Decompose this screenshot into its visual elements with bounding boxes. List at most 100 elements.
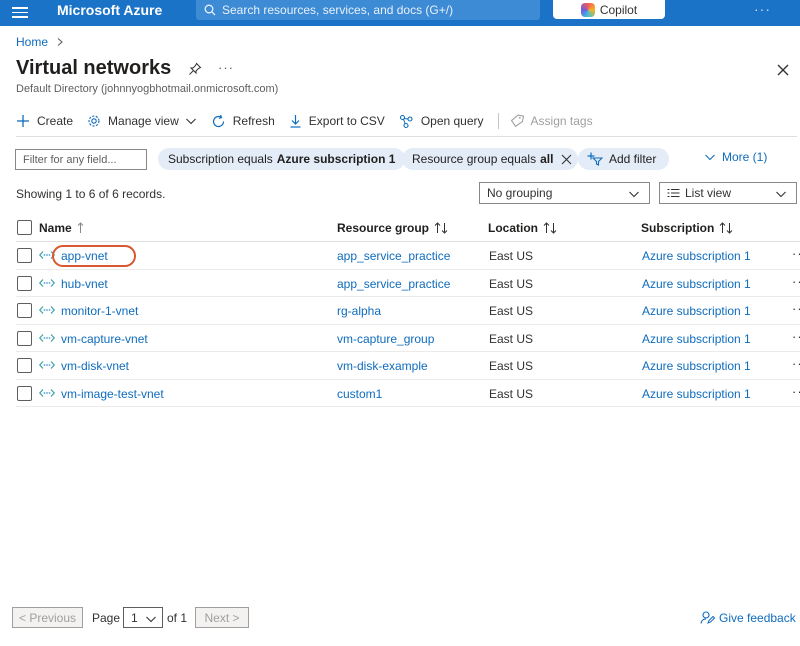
copilot-button[interactable]: Copilot (553, 0, 665, 19)
sort-icon (77, 222, 84, 233)
resource-group-filter-prefix: Resource group equals (412, 152, 537, 166)
view-dropdown[interactable]: List view (659, 182, 797, 204)
create-button[interactable]: Create (16, 114, 73, 128)
row-more-icon[interactable]: ·· (792, 246, 800, 261)
hamburger-menu-icon[interactable] (12, 4, 28, 18)
row-subscription-link[interactable]: Azure subscription 1 (642, 359, 751, 373)
remove-filter-icon[interactable] (561, 154, 572, 165)
table-row[interactable]: hub-vnet app_service_practice East US Azure… (16, 270, 800, 297)
row-name-link[interactable]: vm-capture-vnet (61, 332, 148, 346)
table-row[interactable]: monitor-1-vnet rg-alpha East US Azure subsc… (16, 297, 800, 325)
row-checkbox[interactable] (17, 248, 32, 263)
chevron-down-icon (146, 616, 156, 623)
resources-table: Name Resource group Location Subscriptio… (16, 214, 800, 407)
row-more-icon[interactable]: ·· (792, 384, 800, 399)
copilot-label: Copilot (599, 2, 638, 17)
row-more-icon[interactable]: ·· (792, 301, 800, 316)
select-all-checkbox[interactable] (17, 220, 32, 235)
chevron-right-icon (57, 38, 63, 46)
row-subscription-link[interactable]: Azure subscription 1 (642, 249, 751, 263)
top-bar: Microsoft Azure Copilot ··· (0, 0, 800, 26)
manage-view-button[interactable]: Manage view (87, 114, 197, 128)
row-resource-group-link[interactable]: custom1 (337, 387, 382, 401)
column-header-name[interactable]: Name (39, 221, 90, 235)
row-more-icon[interactable]: ·· (792, 274, 800, 289)
row-subscription-link[interactable]: Azure subscription 1 (642, 387, 751, 401)
column-header-resource-group[interactable]: Resource group (337, 221, 449, 235)
column-header-location[interactable]: Location (488, 221, 558, 235)
row-resource-group-link[interactable]: vm-capture_group (337, 332, 434, 346)
row-location: East US (489, 304, 534, 318)
row-name-link[interactable]: app-vnet (61, 249, 108, 263)
subscription-filter-pill[interactable]: Subscription equals Azure subscription 1 (158, 148, 406, 170)
row-checkbox[interactable] (17, 330, 32, 346)
assign-tags-button[interactable]: Assign tags (510, 114, 593, 128)
manage-view-label: Manage view (108, 114, 179, 128)
sort-icon (434, 222, 448, 234)
row-checkbox[interactable] (17, 275, 32, 291)
row-name-link[interactable]: monitor-1-vnet (61, 304, 138, 318)
row-subscription-link[interactable]: Azure subscription 1 (642, 304, 751, 318)
grouping-dropdown[interactable]: No grouping (479, 182, 650, 204)
breadcrumb-home[interactable]: Home (16, 35, 48, 49)
table-row[interactable]: vm-image-test-vnet custom1 East US Azure su… (16, 380, 800, 407)
close-icon[interactable] (776, 63, 790, 77)
title-more-icon[interactable]: ··· (218, 60, 234, 75)
feedback-icon (700, 611, 715, 624)
row-subscription-link[interactable]: Azure subscription 1 (642, 277, 751, 291)
row-more-icon[interactable]: ·· (792, 356, 800, 371)
give-feedback-link[interactable]: Give feedback (700, 610, 796, 625)
row-resource-group-link[interactable]: app_service_practice (337, 277, 450, 291)
plus-icon (17, 115, 29, 127)
row-location: East US (489, 276, 534, 291)
row-resource-group-link[interactable]: vm-disk-example (337, 359, 428, 373)
records-summary: Showing 1 to 6 of 6 records. (16, 187, 166, 201)
open-query-button[interactable]: Open query (399, 114, 484, 129)
column-header-subscription[interactable]: Subscription (641, 221, 734, 235)
page-select[interactable]: 1 (123, 607, 163, 628)
grouping-value: No grouping (487, 186, 553, 200)
row-checkbox[interactable] (17, 303, 32, 318)
chevron-down-icon (185, 118, 196, 125)
resource-group-filter-pill[interactable]: Resource group equals all (402, 148, 579, 170)
add-filter-button[interactable]: Add filter (578, 148, 669, 170)
table-body: app-vnet app_service_practice East US Azure… (16, 242, 800, 407)
chevron-down-icon (705, 154, 715, 161)
previous-page-button[interactable]: < Previous (12, 607, 83, 628)
breadcrumb: Home (16, 35, 65, 49)
search-input[interactable] (222, 3, 522, 17)
row-name-link[interactable]: vm-disk-vnet (61, 359, 129, 373)
export-csv-button[interactable]: Export to CSV (289, 114, 385, 128)
table-row[interactable]: vm-capture-vnet vm-capture_group East US Az… (16, 325, 800, 352)
global-search[interactable] (196, 0, 540, 20)
row-name-link[interactable]: vm-image-test-vnet (61, 387, 164, 401)
query-icon (399, 114, 413, 128)
view-value: List view (685, 186, 732, 200)
row-subscription-link[interactable]: Azure subscription 1 (642, 332, 751, 346)
sort-icon (543, 222, 557, 234)
row-location: East US (489, 359, 534, 373)
refresh-button[interactable]: Refresh (211, 114, 275, 129)
virtual-network-icon (38, 277, 56, 291)
brand-title[interactable]: Microsoft Azure (57, 2, 162, 18)
table-row[interactable]: vm-disk-vnet vm-disk-example East US Azure … (16, 352, 800, 380)
more-filters-button[interactable]: More (1) (704, 150, 767, 164)
row-resource-group-link[interactable]: rg-alpha (337, 304, 381, 318)
chevron-down-icon (629, 191, 639, 198)
row-more-icon[interactable]: ·· (792, 329, 800, 344)
virtual-network-icon (38, 304, 56, 318)
download-icon (290, 115, 301, 128)
page-subtitle: Default Directory (johnnyogbhotmail.onmi… (16, 83, 279, 95)
row-checkbox[interactable] (17, 385, 32, 401)
tag-icon (510, 114, 524, 128)
pin-icon[interactable] (188, 62, 202, 76)
row-resource-group-link[interactable]: app_service_practice (337, 249, 450, 263)
filter-input[interactable] (15, 149, 147, 170)
row-checkbox[interactable] (17, 358, 32, 373)
next-page-button[interactable]: Next > (195, 607, 249, 628)
row-name-link[interactable]: hub-vnet (61, 277, 108, 291)
virtual-network-icon (38, 387, 56, 401)
command-separator (497, 113, 499, 129)
topbar-more-icon[interactable]: ··· (754, 1, 771, 17)
table-row[interactable]: app-vnet app_service_practice East US Azure… (16, 242, 800, 270)
